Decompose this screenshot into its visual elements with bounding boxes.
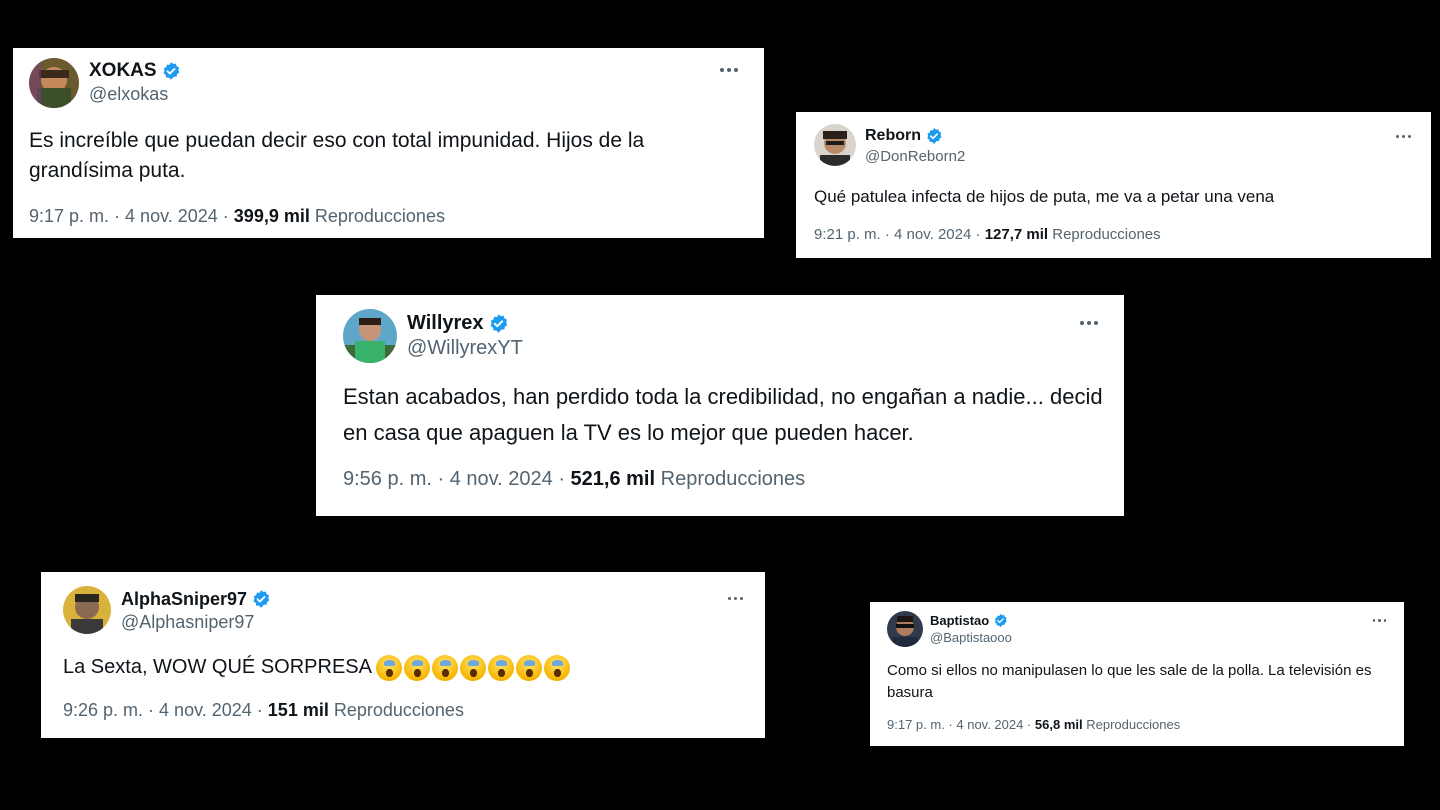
- author-handle[interactable]: @DonReborn2: [865, 148, 965, 165]
- screaming-face-emoji: [516, 654, 543, 681]
- screaming-face-emoji: [544, 654, 571, 681]
- avatar[interactable]: [887, 611, 923, 647]
- tweet-meta: 9:21 p. m. · 4 nov. 2024 · 127,7 mil Rep…: [814, 226, 1161, 243]
- tweet-text: La Sexta, WOW QUÉ SORPRESA: [63, 656, 371, 678]
- more-options-icon[interactable]: [1080, 321, 1098, 325]
- tweet-text: Como si ellos no manipulasen lo que les …: [887, 662, 1372, 701]
- view-count: 399,9 mil: [233, 206, 310, 226]
- more-options-icon[interactable]: [1396, 135, 1411, 138]
- tweet-meta: 9:56 p. m. · 4 nov. 2024 · 521,6 mil Rep…: [343, 468, 806, 490]
- tweet-text-container: La Sexta, WOW QUÉ SORPRESA: [63, 652, 753, 682]
- author-name-row: Willyrex: [407, 310, 509, 336]
- avatar-image: [814, 124, 856, 166]
- avatar[interactable]: [29, 58, 79, 108]
- verified-badge-icon: [925, 127, 943, 145]
- verified-badge-icon: [251, 589, 271, 609]
- author-handle[interactable]: @elxokas: [89, 84, 168, 105]
- tweet-date[interactable]: 4 nov. 2024: [125, 206, 218, 226]
- tweet-date[interactable]: 4 nov. 2024: [894, 226, 971, 243]
- tweet-date[interactable]: 4 nov. 2024: [159, 700, 252, 720]
- verified-badge-icon: [993, 613, 1008, 628]
- author-name-row: Baptistao: [930, 611, 1008, 629]
- view-count: 521,6 mil: [570, 468, 656, 490]
- views-label: Reproducciones: [1052, 226, 1161, 243]
- more-options-icon[interactable]: [728, 597, 743, 600]
- avatar-image: [63, 586, 111, 634]
- tweet-time[interactable]: 9:26 p. m.: [63, 700, 143, 720]
- author-handle[interactable]: @WillyrexYT: [407, 337, 523, 360]
- tweet-date[interactable]: 4 nov. 2024: [956, 717, 1023, 732]
- tweet-meta: 9:17 p. m. · 4 nov. 2024 · 56,8 mil Repr…: [887, 717, 1181, 732]
- tweet-card-xokas[interactable]: XOKAS @elxokas Es increíble que puedan d…: [13, 48, 764, 238]
- author-name-row: AlphaSniper97: [121, 587, 271, 611]
- tweet-card-baptistao[interactable]: Baptistao @Baptistaooo Como si ellos no …: [870, 602, 1404, 746]
- tweet-time[interactable]: 9:21 p. m.: [814, 226, 881, 243]
- author-handle[interactable]: @Baptistaooo: [930, 630, 1012, 645]
- views-label: Reproducciones: [660, 468, 806, 490]
- tweet-card-reborn[interactable]: Reborn @DonReborn2 Qué patulea infecta d…: [796, 112, 1431, 258]
- view-count: 151 mil: [267, 700, 329, 720]
- author-name-row: XOKAS: [89, 59, 181, 83]
- author-name-row: Reborn: [865, 125, 943, 147]
- tweet-time[interactable]: 9:17 p. m.: [29, 206, 109, 226]
- tweet-meta: 9:26 p. m. · 4 nov. 2024 · 151 mil Repro…: [63, 700, 464, 720]
- emoji-row: [376, 654, 571, 681]
- avatar-image: [887, 611, 923, 647]
- avatar[interactable]: [343, 309, 397, 363]
- tweet-time[interactable]: 9:56 p. m.: [343, 468, 432, 490]
- tweet-text: Es increíble que puedan decir eso con to…: [29, 129, 645, 182]
- author-name[interactable]: Willyrex: [407, 312, 484, 335]
- tweet-date[interactable]: 4 nov. 2024: [450, 468, 553, 490]
- screaming-face-emoji: [404, 654, 431, 681]
- collage-background: XOKAS @elxokas Es increíble que puedan d…: [0, 0, 1440, 810]
- avatar-image: [343, 309, 397, 363]
- author-name[interactable]: Reborn: [865, 127, 921, 145]
- views-label: Reproducciones: [1086, 717, 1181, 732]
- screaming-face-emoji: [460, 654, 487, 681]
- author-name[interactable]: AlphaSniper97: [121, 589, 247, 610]
- avatar[interactable]: [63, 586, 111, 634]
- tweet-card-alphasniper97[interactable]: AlphaSniper97 @Alphasniper97 La Sexta, W…: [41, 572, 765, 738]
- tweet-meta: 9:17 p. m. · 4 nov. 2024 · 399,9 mil Rep…: [29, 206, 445, 226]
- more-options-icon[interactable]: [720, 68, 738, 72]
- tweet-card-willyrex[interactable]: Willyrex @WillyrexYT Estan acabados, han…: [316, 295, 1124, 516]
- avatar[interactable]: [814, 124, 856, 166]
- view-count: 56,8 mil: [1034, 717, 1083, 732]
- screaming-face-emoji: [376, 654, 403, 681]
- author-handle[interactable]: @Alphasniper97: [121, 612, 254, 633]
- more-options-icon[interactable]: [1372, 619, 1386, 622]
- author-name[interactable]: XOKAS: [89, 60, 157, 82]
- screaming-face-emoji: [432, 654, 459, 681]
- views-label: Reproducciones: [314, 206, 445, 226]
- tweet-time[interactable]: 9:17 p. m.: [887, 717, 945, 732]
- author-name[interactable]: Baptistao: [930, 613, 989, 628]
- screaming-face-emoji: [488, 654, 515, 681]
- view-count: 127,7 mil: [984, 226, 1049, 243]
- views-label: Reproducciones: [333, 700, 464, 720]
- tweet-text: Estan acabados, han perdido toda la cred…: [343, 384, 1103, 445]
- verified-badge-icon: [488, 313, 509, 334]
- avatar-image: [29, 58, 79, 108]
- verified-badge-icon: [161, 61, 181, 81]
- tweet-text: Qué patulea infecta de hijos de puta, me…: [814, 187, 1275, 206]
